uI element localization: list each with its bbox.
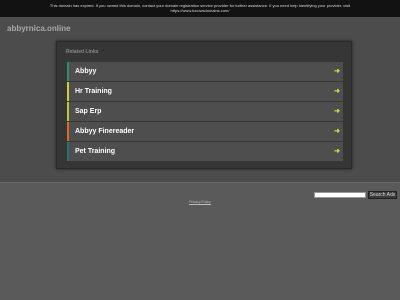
related-links-list: Abbyy ➜ Hr Training ➜ Sap Erp ➜ Abbyy Fi…: [67, 62, 343, 162]
link-label: Hr Training: [75, 88, 112, 95]
related-link-abbyy[interactable]: Abbyy ➜: [67, 62, 343, 81]
arrow-right-icon: ➜: [334, 108, 340, 115]
arrow-right-icon: ➜: [334, 128, 340, 135]
arrow-right-icon: ➜: [334, 68, 340, 75]
link-label: Sap Erp: [75, 108, 102, 115]
link-label: Abbyy Finereader: [75, 128, 135, 135]
related-link-sap-erp[interactable]: Sap Erp ➜: [67, 102, 343, 121]
arrow-right-icon: ➜: [334, 88, 340, 95]
related-link-pet-training[interactable]: Pet Training ➜: [67, 142, 343, 161]
domain-title[interactable]: abbyrnica.online: [7, 24, 71, 33]
link-accent-stripe: [67, 102, 69, 121]
link-accent-stripe: [67, 122, 69, 141]
link-accent-stripe: [67, 82, 69, 101]
notice-link[interactable]: https://www.tucowsdomains.com/: [0, 8, 400, 13]
search-ads-button[interactable]: Search Ads: [368, 191, 397, 199]
panel-title: Related Links: [66, 49, 99, 55]
related-links-panel: Related Links Abbyy ➜ Hr Training ➜ Sap …: [56, 41, 352, 169]
related-link-abbyy-finereader[interactable]: Abbyy Finereader ➜: [67, 122, 343, 141]
privacy-policy-link[interactable]: Privacy Policy: [0, 200, 400, 204]
link-label: Pet Training: [75, 148, 116, 155]
link-label: Abbyy: [75, 68, 97, 75]
link-accent-stripe: [67, 62, 69, 81]
related-link-hr-training[interactable]: Hr Training ➜: [67, 82, 343, 101]
arrow-right-icon: ➜: [334, 148, 340, 155]
search-input[interactable]: [314, 192, 366, 198]
link-accent-stripe: [67, 142, 69, 161]
expired-domain-notice: This domain has expired. If you owned th…: [0, 0, 400, 17]
